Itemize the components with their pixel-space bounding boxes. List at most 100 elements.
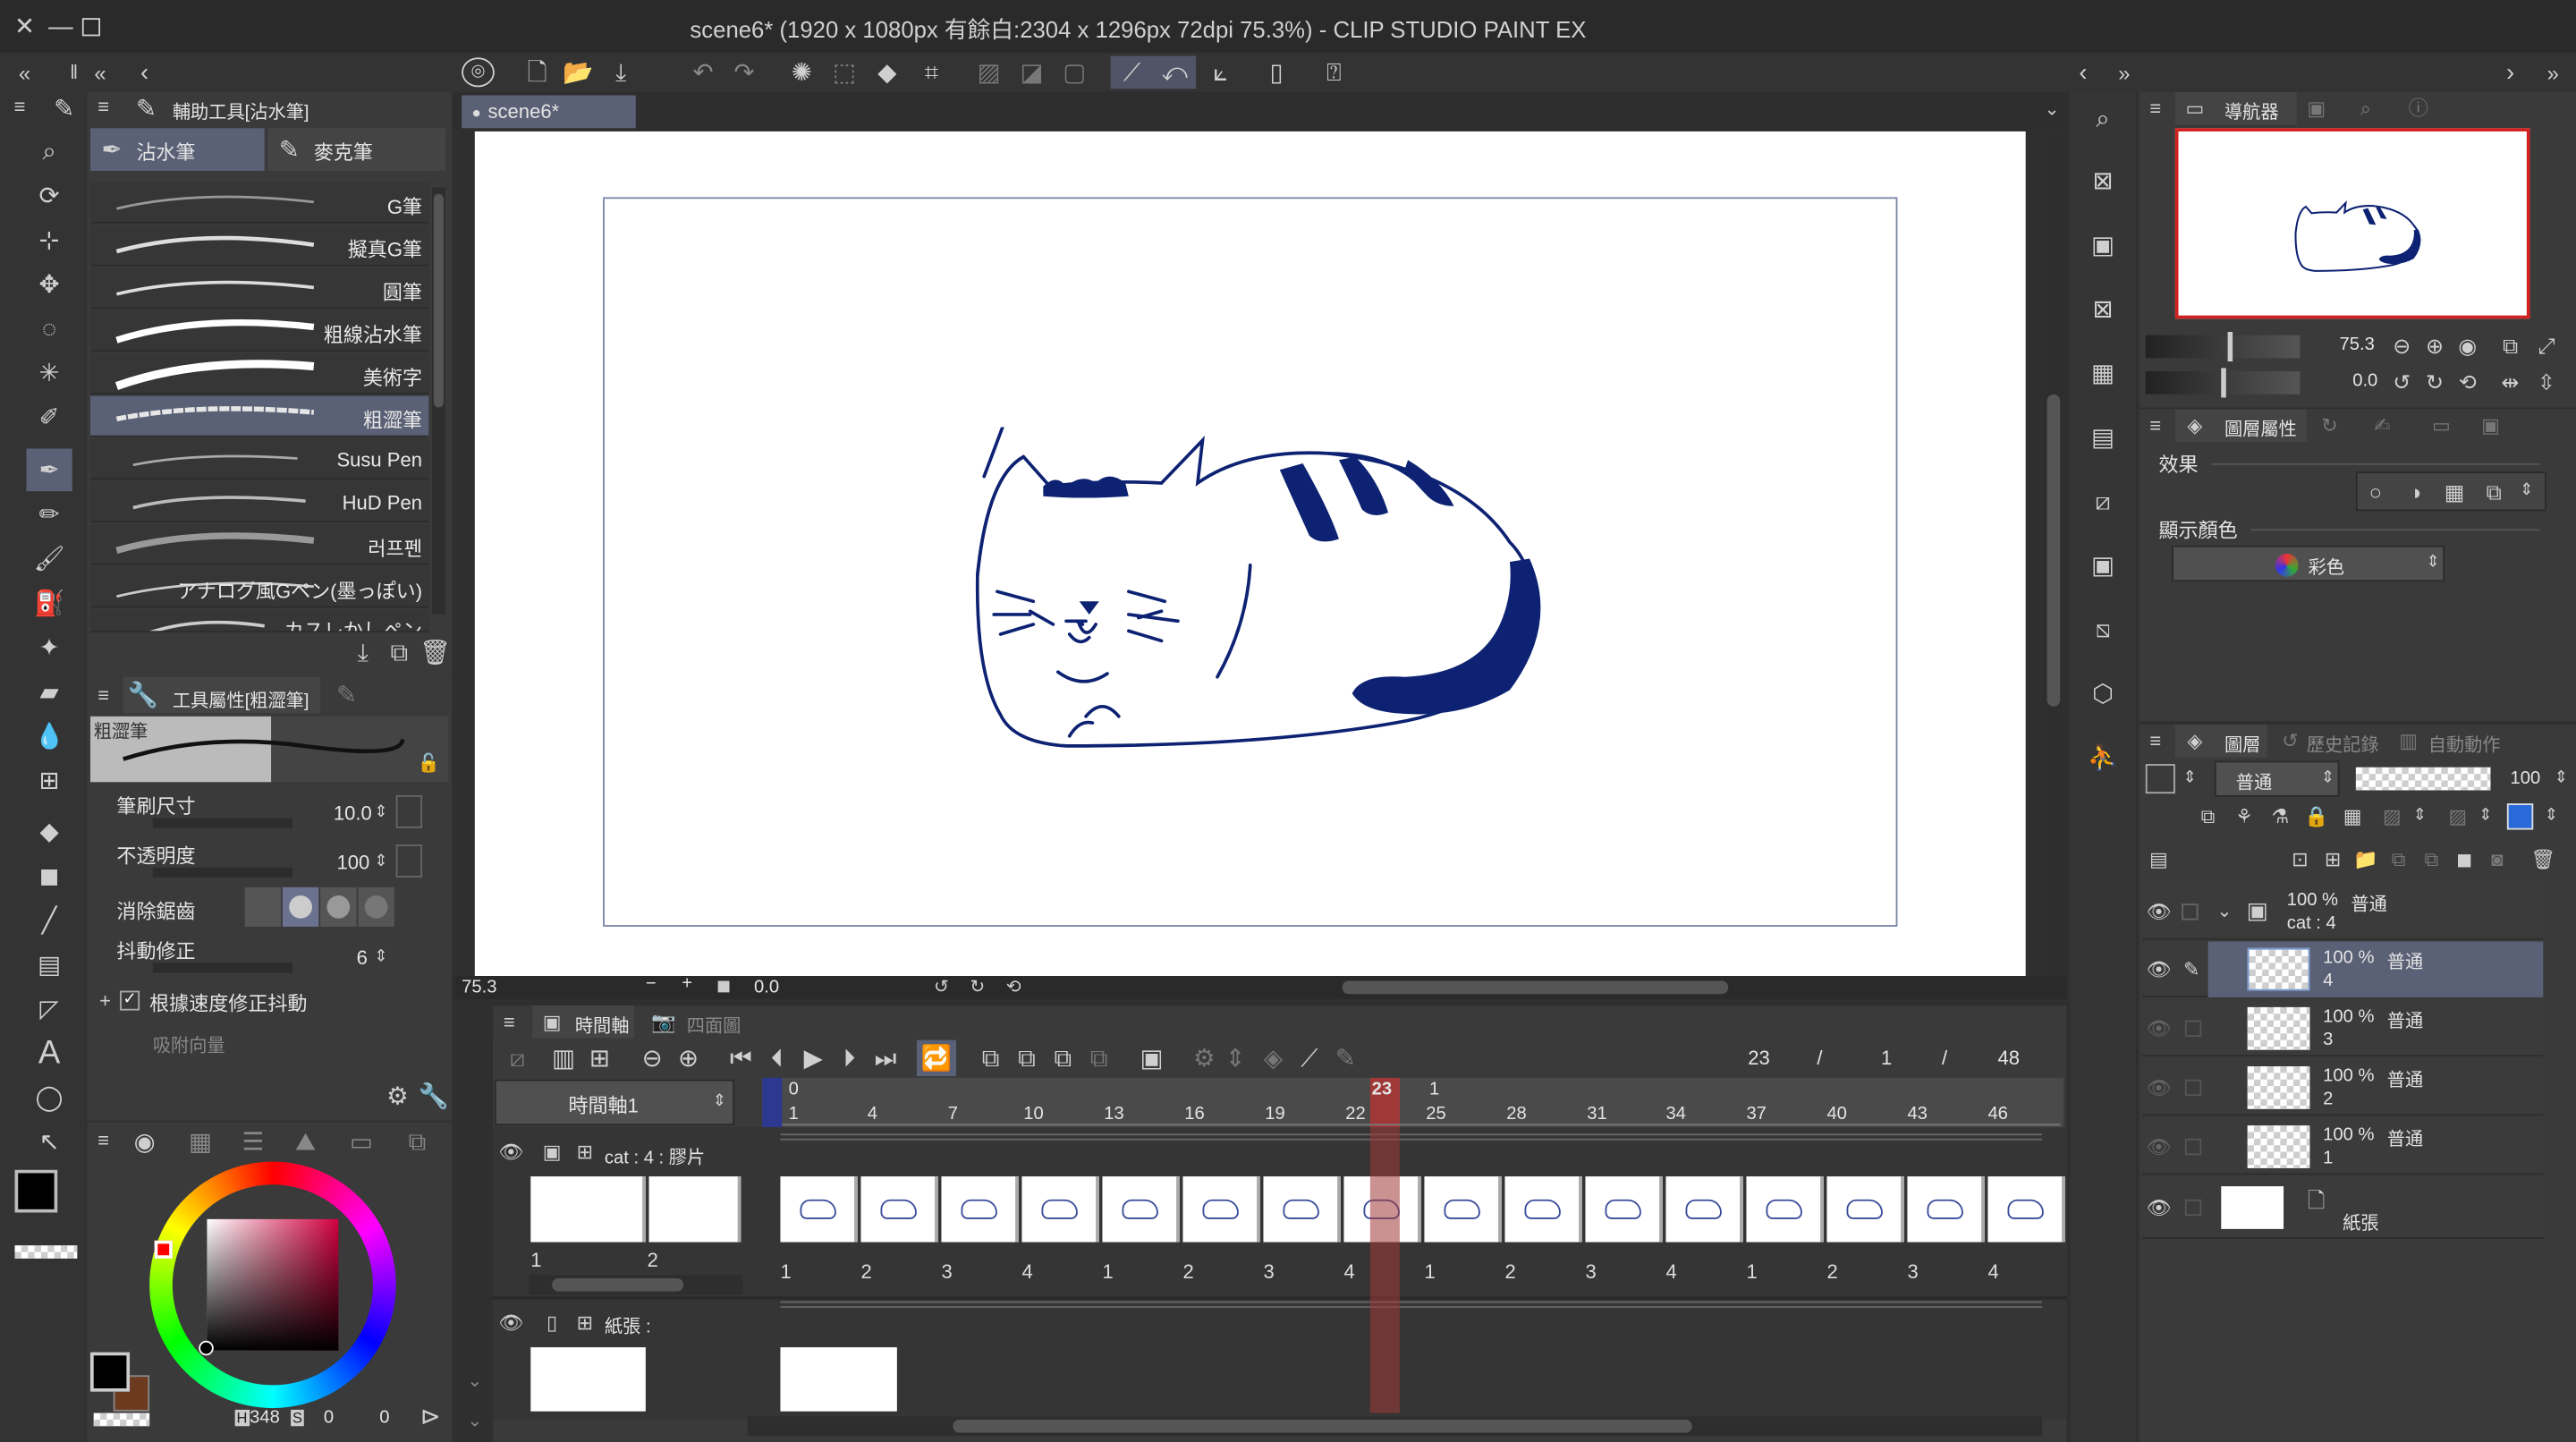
spin-icon[interactable]: ⇕ <box>2318 766 2338 792</box>
brush-item[interactable]: 圓筆 <box>90 267 429 310</box>
nav-zoom-slider[interactable] <box>2145 332 2301 362</box>
speed-checkbox[interactable]: ✓ <box>120 990 140 1011</box>
brush-item[interactable]: Susu Pen <box>90 438 429 480</box>
left-cel-thumb[interactable] <box>530 1176 646 1243</box>
zoom-in-icon[interactable]: ⊕ <box>2421 332 2447 358</box>
fill-icon[interactable]: ◆ <box>870 57 903 87</box>
light-table-icon[interactable]: ▣ <box>1137 1043 1166 1073</box>
transfer-icon[interactable]: ⧉ <box>2385 846 2411 872</box>
draft-icon[interactable]: ⚗ <box>2267 803 2293 829</box>
layer-tab[interactable]: 圖層 <box>2224 731 2260 757</box>
snap-special-ruler-icon[interactable]: ⤺ <box>1158 57 1191 87</box>
new-cel-frame-icon[interactable]: ⧉ <box>976 1043 1005 1073</box>
flip-vertical-icon[interactable]: ⇳ <box>2533 368 2559 394</box>
layer-row-selected[interactable]: 👁 ✎ 100 % 普通 4 <box>2142 941 2544 997</box>
spin-icon[interactable]: ⇕ <box>2182 764 2198 793</box>
nav-zoom-value[interactable]: 75.3 <box>2340 335 2375 355</box>
tab-icon[interactable]: ▣ <box>2478 412 2504 438</box>
text-tool-icon[interactable]: A <box>30 1033 69 1073</box>
mask-icon[interactable]: ▨ <box>2445 803 2470 829</box>
spin-icon[interactable]: ⇕ <box>2411 803 2428 829</box>
object-tool-icon[interactable]: ⊹ <box>30 220 69 259</box>
airbrush-icon[interactable]: ⛽ <box>30 583 69 623</box>
navigator-tab[interactable]: 導航器 <box>2224 98 2279 124</box>
last-frame-icon[interactable]: ⏭ <box>870 1043 900 1073</box>
canvas-viewport[interactable] <box>474 131 2026 977</box>
brush-item[interactable]: HuD Pen <box>90 481 429 523</box>
pressure-button[interactable] <box>395 794 423 828</box>
left-cells-hscroll[interactable] <box>529 1275 743 1295</box>
saturation-value-square[interactable] <box>207 1218 339 1351</box>
menu-icon[interactable]: ≡ <box>94 96 114 119</box>
material-icon[interactable]: ⧄ <box>2083 481 2123 521</box>
delete-cel-icon[interactable]: ⧉ <box>1048 1043 1078 1073</box>
reset-rotate-icon[interactable]: ⟲ <box>2454 368 2480 394</box>
eye-icon[interactable]: 👁 <box>2146 901 2172 924</box>
layer-property-tab[interactable]: 圖層屬性 <box>2224 416 2297 442</box>
layer-color-box[interactable] <box>2145 764 2175 794</box>
four-views-tab[interactable]: 四面圖 <box>687 1012 741 1038</box>
spin-icon[interactable]: ⇕ <box>2423 550 2443 576</box>
specify-cel-icon[interactable]: ⧉ <box>1012 1043 1041 1073</box>
cel-thumb[interactable] <box>1263 1176 1341 1243</box>
layer-row[interactable]: 👁 100 % 普通 1 <box>2142 1118 2544 1175</box>
material-icon[interactable]: ⛹ <box>2083 738 2123 777</box>
layer-row-folder[interactable]: 👁 ⌄ ▣ 100 % 普通 cat : 4 <box>2142 884 2544 940</box>
paper-cel[interactable] <box>780 1347 897 1412</box>
cel-thumb[interactable] <box>860 1176 938 1243</box>
rotate-left-icon[interactable]: ↺ <box>931 976 951 999</box>
fit-window-icon[interactable]: ⤢ <box>2533 332 2559 358</box>
trash-icon[interactable]: 🗑 <box>419 639 451 665</box>
duplicate-icon[interactable]: ⧉ <box>386 639 412 665</box>
brush-size-slider[interactable] <box>152 818 292 828</box>
antialias-weak[interactable] <box>282 886 319 927</box>
brush-tool-icon[interactable]: 🖌 <box>30 539 69 578</box>
material-icon[interactable]: ▤ <box>2083 418 2123 457</box>
flip-horizontal-icon[interactable]: ⇹ <box>2497 368 2523 394</box>
delete-layer-icon[interactable]: 🗑 <box>2530 846 2556 872</box>
chevron-down-icon[interactable]: ⌄ <box>2042 98 2062 122</box>
approx-color-icon[interactable]: ⧉ <box>402 1127 432 1157</box>
cel-thumb[interactable] <box>1585 1176 1663 1243</box>
zoom-plus-icon[interactable]: + <box>682 974 692 994</box>
pencil-tool-icon[interactable]: ✏ <box>30 495 69 534</box>
brush-item[interactable]: 美術字 <box>90 352 429 394</box>
spin-icon[interactable]: ⇕ <box>2517 478 2537 504</box>
canvas-vscroll[interactable] <box>2043 131 2063 977</box>
material-icon[interactable]: ⧅ <box>2083 609 2123 649</box>
brush-scroll-thumb[interactable] <box>433 193 444 408</box>
eye-icon[interactable]: 👁 <box>2146 1135 2172 1158</box>
forward-arrow-icon[interactable]: › <box>2501 59 2521 85</box>
tab-icon[interactable]: ↻ <box>2317 412 2343 438</box>
stabilization-slider[interactable] <box>152 963 292 973</box>
move-tool-icon[interactable]: ✥ <box>30 265 69 304</box>
first-frame-icon[interactable]: ⏮ <box>726 1043 756 1073</box>
layer-row[interactable]: 👁 100 % 普通 2 <box>2142 1059 2544 1116</box>
decoration-icon[interactable]: ✦ <box>30 628 69 667</box>
eye-icon[interactable]: 👁 <box>2146 1017 2172 1040</box>
transparent-swatch[interactable] <box>14 1245 78 1259</box>
timeline-tab[interactable]: 時間軸 <box>575 1012 630 1038</box>
canvas-zoom-value[interactable]: 75.3 <box>462 978 496 997</box>
prev-frame-icon[interactable]: ⏴ <box>762 1043 792 1073</box>
material-icon[interactable]: ⬡ <box>2083 674 2123 713</box>
menu-icon[interactable]: ≡ <box>499 1011 519 1034</box>
tone-icon[interactable]: ▦ <box>2441 478 2467 504</box>
info-icon[interactable]: ⓘ <box>2405 96 2431 122</box>
timeline-name-select[interactable]: 時間軸1 ⇕ <box>494 1079 735 1126</box>
download-icon[interactable]: ⤓ <box>350 639 376 665</box>
sub-tool-tab-marker-label[interactable]: 麥克筆 <box>314 138 373 165</box>
main-color-swatch[interactable] <box>14 1169 58 1213</box>
open-file-icon[interactable]: 📂 <box>562 57 595 87</box>
spin-icon[interactable]: ⇕ <box>2478 803 2494 829</box>
zoom-minus-icon[interactable]: − <box>646 974 657 994</box>
lock-alpha-icon[interactable]: ▦ <box>2340 803 2366 829</box>
layer-row-paper[interactable]: 👁 🗋 紙張 <box>2142 1179 2544 1239</box>
frame-border-icon[interactable]: ▤ <box>30 945 69 984</box>
eye-icon[interactable]: 👁 <box>2146 1076 2172 1099</box>
redo-icon[interactable]: ↷ <box>728 57 761 87</box>
eye-icon[interactable]: 👁 <box>2146 1196 2172 1219</box>
balloon-tool-icon[interactable]: ◯ <box>30 1078 69 1117</box>
antialias-strong[interactable] <box>358 886 394 927</box>
menu-icon[interactable]: ≡ <box>2146 97 2165 120</box>
